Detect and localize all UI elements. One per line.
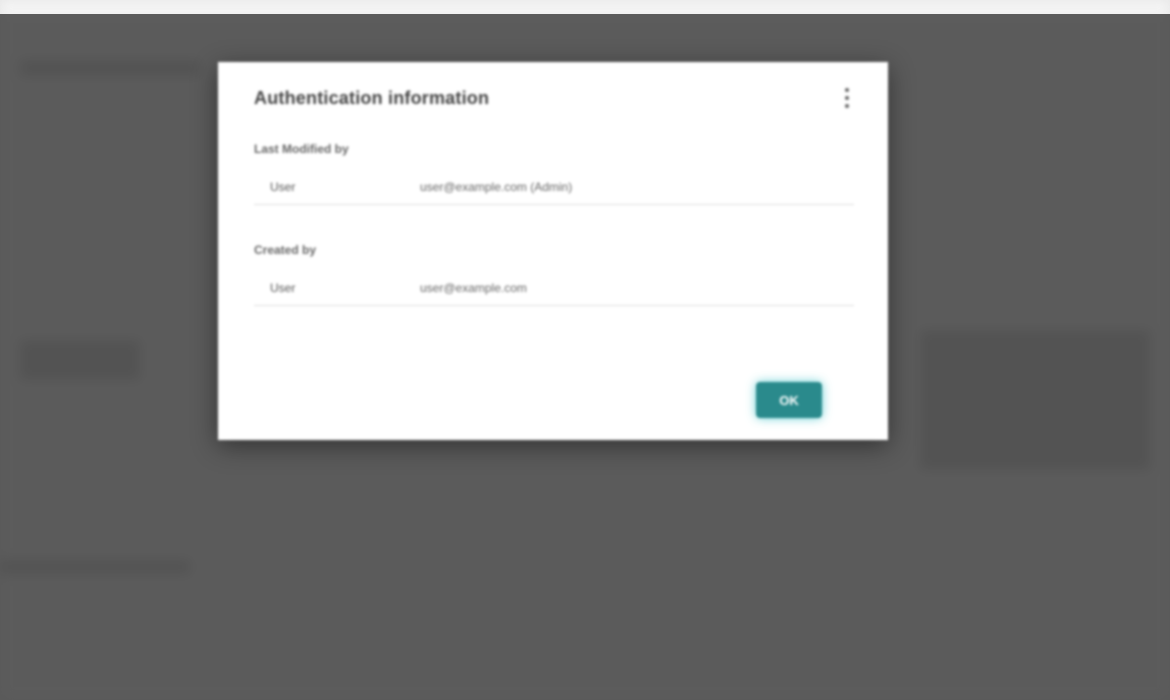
kebab-dot xyxy=(845,104,849,108)
info-row: User user@example.com (Admin) xyxy=(254,170,854,205)
row-key: User xyxy=(270,180,296,194)
row-key: User xyxy=(270,281,296,295)
authentication-info-dialog: Authentication information Last Modified… xyxy=(218,62,888,440)
kebab-dot xyxy=(845,88,849,92)
section-label: Created by xyxy=(254,243,317,257)
section-label: Last Modified by xyxy=(254,142,349,156)
created-section: Created by User user@example.com xyxy=(254,243,854,306)
dialog-header: Authentication information xyxy=(254,84,854,112)
dialog-title: Authentication information xyxy=(254,87,490,108)
kebab-dot xyxy=(845,96,849,100)
row-value: user@example.com (Admin) xyxy=(420,180,573,194)
dialog-footer: OK xyxy=(756,382,822,418)
last-modified-section: Last Modified by User user@example.com (… xyxy=(254,142,854,205)
info-row: User user@example.com xyxy=(254,271,854,306)
app-top-bar xyxy=(0,0,1170,14)
ok-button[interactable]: OK xyxy=(756,382,822,418)
row-value: user@example.com xyxy=(420,281,527,295)
more-options-icon[interactable] xyxy=(840,88,854,108)
